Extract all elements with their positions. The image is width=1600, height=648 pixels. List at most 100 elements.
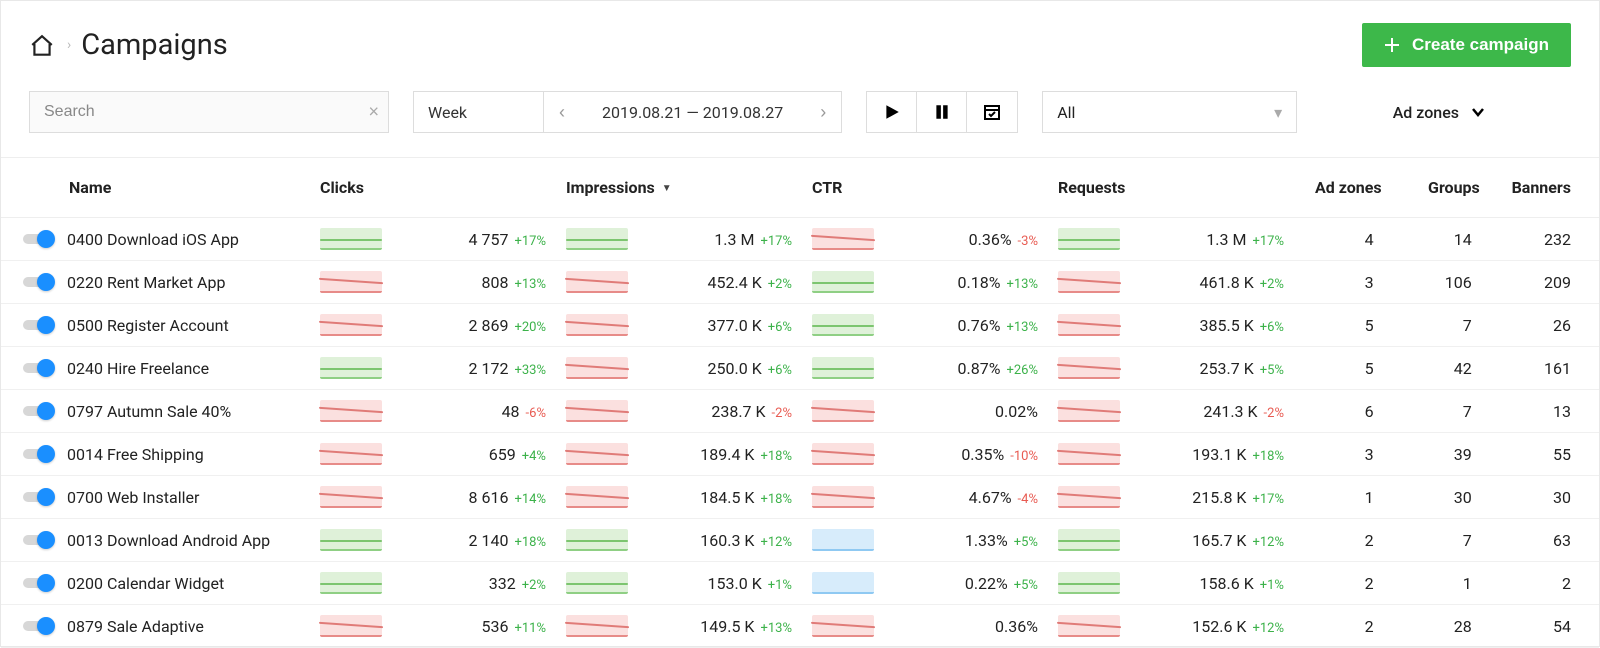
impressions-cell: 160.3 K +12% [566,529,792,551]
col-clicks[interactable]: Clicks [310,158,556,218]
ctr-cell: 1.33% +5% [812,529,1038,551]
impressions-value: 160.3 K [686,531,754,550]
requests-delta: +6% [1260,320,1284,335]
table-row[interactable]: 0700 Web Installer 8 616 +14% 184.5 K +1… [1,476,1599,519]
table-row[interactable]: 0500 Register Account 2 869 +20% 377.0 K… [1,304,1599,347]
sparkline-icon [566,228,628,250]
groups-value: 42 [1392,347,1490,390]
clicks-value: 2 140 [440,531,508,550]
clicks-cell: 8 616 +14% [320,486,546,508]
breadcrumb-separator-icon: › [67,37,71,53]
ctr-value: 0.36% [944,230,1012,249]
col-groups[interactable]: Groups [1392,158,1490,218]
impressions-delta: +12% [760,535,792,550]
sparkline-icon [812,400,874,422]
sparkline-icon [812,443,874,465]
page-title: Campaigns [81,28,227,62]
table-row[interactable]: 0879 Sale Adaptive 536 +11% 149.5 K +13%… [1,605,1599,648]
table-row[interactable]: 0240 Hire Freelance 2 172 +33% 250.0 K +… [1,347,1599,390]
col-ctr[interactable]: CTR [802,158,1048,218]
requests-value: 158.6 K [1186,574,1254,593]
campaign-name: 0240 Hire Freelance [67,359,209,378]
home-icon[interactable] [29,33,55,57]
filter-select[interactable]: All ▾ [1042,91,1297,133]
sparkline-icon [1058,486,1120,508]
clicks-delta: +2% [522,578,546,593]
status-toggle[interactable] [23,316,55,334]
status-toggle[interactable] [23,402,55,420]
impressions-delta: +1% [768,578,792,593]
status-toggle[interactable] [23,617,55,635]
ctr-cell: 0.36% [812,615,1038,637]
create-campaign-button[interactable]: Create campaign [1362,23,1571,67]
status-toggle[interactable] [23,230,55,248]
search-input[interactable] [29,91,389,133]
ctr-cell: 0.87% +26% [812,357,1038,379]
impressions-delta: +17% [760,234,792,249]
impressions-cell: 149.5 K +13% [566,615,792,637]
adzones-value: 4 [1294,218,1392,261]
clicks-delta: +14% [514,492,546,507]
impressions-delta: -2% [772,406,792,421]
adzones-value: 6 [1294,390,1392,433]
clear-icon[interactable]: × [368,102,379,123]
requests-delta: +1% [1260,578,1284,593]
requests-value: 215.8 K [1178,488,1246,507]
sparkline-icon [320,314,382,336]
period-select[interactable]: Week [414,92,544,132]
ctr-delta: +5% [1014,578,1038,593]
next-period-button[interactable]: › [805,92,841,132]
col-requests[interactable]: Requests [1048,158,1294,218]
ctr-value: 0.18% [932,273,1000,292]
prev-period-button[interactable]: ‹ [544,92,580,132]
col-name[interactable]: Name [1,158,310,218]
impressions-delta: +6% [768,320,792,335]
col-adzones[interactable]: Ad zones [1294,158,1392,218]
col-impressions[interactable]: Impressions ▼ [556,158,802,218]
sparkline-icon [566,314,628,336]
status-toggle[interactable] [23,531,55,549]
ctr-cell: 0.76% +13% [812,314,1038,336]
ctr-cell: 0.36% -3% [812,228,1038,250]
requests-value: 152.6 K [1178,617,1246,636]
impressions-cell: 377.0 K +6% [566,314,792,336]
clicks-delta: +4% [522,449,546,464]
calendar-check-button[interactable] [967,92,1017,132]
status-toggle[interactable] [23,445,55,463]
sparkline-icon [320,529,382,551]
sparkline-icon [1058,400,1120,422]
status-toggle[interactable] [23,359,55,377]
ctr-value: 0.36% [970,617,1038,636]
ad-zones-toggle[interactable]: Ad zones [1393,103,1571,122]
table-row[interactable]: 0400 Download iOS App 4 757 +17% 1.3 M +… [1,218,1599,261]
clicks-value: 536 [440,617,508,636]
sparkline-icon [566,400,628,422]
impressions-value: 452.4 K [694,273,762,292]
banners-value: 2 [1490,562,1599,605]
col-banners[interactable]: Banners [1490,158,1599,218]
date-range[interactable]: 2019.08.21 — 2019.08.27 [580,92,805,132]
clicks-delta: +20% [514,320,546,335]
clicks-delta: +13% [514,277,546,292]
status-toggle[interactable] [23,488,55,506]
clicks-value: 2 869 [440,316,508,335]
sparkline-icon [320,357,382,379]
requests-cell: 461.8 K +2% [1058,271,1284,293]
adzones-value: 3 [1294,433,1392,476]
impressions-value: 1.3 M [686,230,754,249]
impressions-delta: +6% [768,363,792,378]
sparkline-icon [1058,314,1120,336]
impressions-value: 153.0 K [694,574,762,593]
play-button[interactable] [867,92,917,132]
table-row[interactable]: 0200 Calendar Widget 332 +2% 153.0 K +1%… [1,562,1599,605]
table-row[interactable]: 0013 Download Android App 2 140 +18% 160… [1,519,1599,562]
table-row[interactable]: 0014 Free Shipping 659 +4% 189.4 K +18% … [1,433,1599,476]
table-row[interactable]: 0220 Rent Market App 808 +13% 452.4 K +2… [1,261,1599,304]
period-group: Week ‹ 2019.08.21 — 2019.08.27 › [413,91,842,133]
status-toggle[interactable] [23,273,55,291]
pause-button[interactable] [917,92,967,132]
table-row[interactable]: 0797 Autumn Sale 40% 48 -6% 238.7 K -2% … [1,390,1599,433]
requests-cell: 385.5 K +6% [1058,314,1284,336]
sparkline-icon [812,314,874,336]
status-toggle[interactable] [23,574,55,592]
